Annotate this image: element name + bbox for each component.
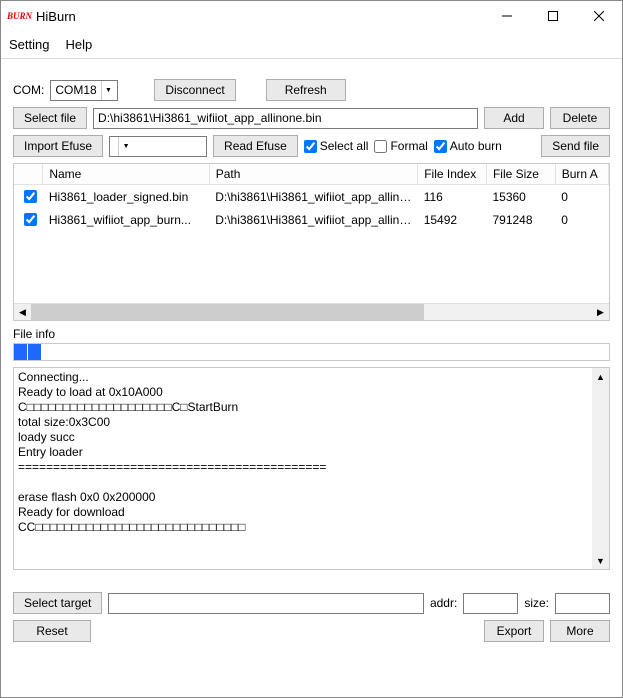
col-name[interactable]: Name <box>43 164 209 185</box>
minimize-icon <box>502 11 512 21</box>
disconnect-button[interactable]: Disconnect <box>154 79 235 101</box>
minimize-button[interactable] <box>484 1 530 31</box>
row-checkbox[interactable] <box>24 190 37 203</box>
menu-help[interactable]: Help <box>61 35 96 54</box>
formal-checkbox[interactable]: Formal <box>374 139 427 153</box>
chevron-down-icon: ▼ <box>118 137 133 156</box>
col-path[interactable]: Path <box>209 164 418 185</box>
file-path-value: D:\hi3861\Hi3861_wifiiot_app_allinone.bi… <box>98 111 322 125</box>
log-vertical-scrollbar[interactable]: ▲ ▼ <box>592 368 609 569</box>
menubar: Setting Help <box>1 31 622 59</box>
file-info-segment <box>28 344 42 360</box>
add-button[interactable]: Add <box>484 107 544 129</box>
com-select[interactable]: COM18 ▼ <box>50 80 118 101</box>
col-file-size[interactable]: File Size <box>486 164 555 185</box>
import-efuse-button[interactable]: Import Efuse <box>13 135 103 157</box>
cell-path: D:\hi3861\Hi3861_wifiiot_app_allinon... <box>209 208 418 231</box>
com-select-value: COM18 <box>55 83 96 97</box>
log-output[interactable]: Connecting... Ready to load at 0x10A000 … <box>14 368 592 569</box>
formal-label: Formal <box>390 139 427 153</box>
export-button[interactable]: Export <box>484 620 544 642</box>
select-target-button[interactable]: Select target <box>13 592 102 614</box>
com-label: COM: <box>13 83 44 97</box>
cell-burn-addr: 0 <box>555 208 608 231</box>
row-checkbox[interactable] <box>24 213 37 226</box>
table-row[interactable]: Hi3861_wifiiot_app_burn...D:\hi3861\Hi38… <box>14 208 609 231</box>
auto-burn-label: Auto burn <box>450 139 502 153</box>
file-info-label: File info <box>13 327 610 341</box>
burn-icon: BURN <box>7 11 32 21</box>
file-table: Name Path File Index File Size Burn A Hi… <box>13 163 610 321</box>
col-burn-addr[interactable]: Burn A <box>555 164 608 185</box>
cell-file-index: 15492 <box>418 208 487 231</box>
select-file-button[interactable]: Select file <box>13 107 87 129</box>
target-input[interactable] <box>108 593 424 614</box>
select-all-checkbox[interactable]: Select all <box>304 139 369 153</box>
close-icon <box>594 11 604 21</box>
log-panel: Connecting... Ready to load at 0x10A000 … <box>13 367 610 570</box>
cell-file-size: 791248 <box>486 208 555 231</box>
menu-setting[interactable]: Setting <box>5 35 53 54</box>
cell-name: Hi3861_wifiiot_app_burn... <box>43 208 209 231</box>
cell-file-size: 15360 <box>486 185 555 209</box>
cell-file-index: 116 <box>418 185 487 209</box>
send-file-button[interactable]: Send file <box>541 135 610 157</box>
addr-input[interactable] <box>463 593 518 614</box>
addr-label: addr: <box>430 596 457 610</box>
maximize-icon <box>548 11 558 21</box>
file-path-input[interactable]: D:\hi3861\Hi3861_wifiiot_app_allinone.bi… <box>93 108 478 129</box>
select-all-label: Select all <box>320 139 369 153</box>
maximize-button[interactable] <box>530 1 576 31</box>
table-row[interactable]: Hi3861_loader_signed.binD:\hi3861\Hi3861… <box>14 185 609 209</box>
file-info-segment <box>14 344 28 360</box>
size-label: size: <box>524 596 549 610</box>
titlebar: BURN HiBurn <box>1 1 622 31</box>
close-button[interactable] <box>576 1 622 31</box>
window-title: HiBurn <box>36 9 76 24</box>
cell-burn-addr: 0 <box>555 185 608 209</box>
refresh-button[interactable]: Refresh <box>266 79 346 101</box>
scroll-down-icon[interactable]: ▼ <box>592 552 609 569</box>
read-efuse-button[interactable]: Read Efuse <box>213 135 298 157</box>
efuse-select[interactable]: ▼ <box>109 136 207 157</box>
table-horizontal-scrollbar[interactable]: ◀ ▶ <box>14 303 609 320</box>
more-button[interactable]: More <box>550 620 610 642</box>
chevron-down-icon: ▼ <box>101 81 116 100</box>
file-info-bar <box>13 343 610 361</box>
size-input[interactable] <box>555 593 610 614</box>
scroll-up-icon[interactable]: ▲ <box>592 368 609 385</box>
table-header-row: Name Path File Index File Size Burn A <box>14 164 609 185</box>
scroll-left-icon[interactable]: ◀ <box>14 304 31 321</box>
col-file-index[interactable]: File Index <box>418 164 487 185</box>
cell-name: Hi3861_loader_signed.bin <box>43 185 209 209</box>
delete-button[interactable]: Delete <box>550 107 610 129</box>
auto-burn-checkbox[interactable]: Auto burn <box>434 139 502 153</box>
cell-path: D:\hi3861\Hi3861_wifiiot_app_allinon... <box>209 185 418 209</box>
scroll-right-icon[interactable]: ▶ <box>592 304 609 321</box>
reset-button[interactable]: Reset <box>13 620 91 642</box>
